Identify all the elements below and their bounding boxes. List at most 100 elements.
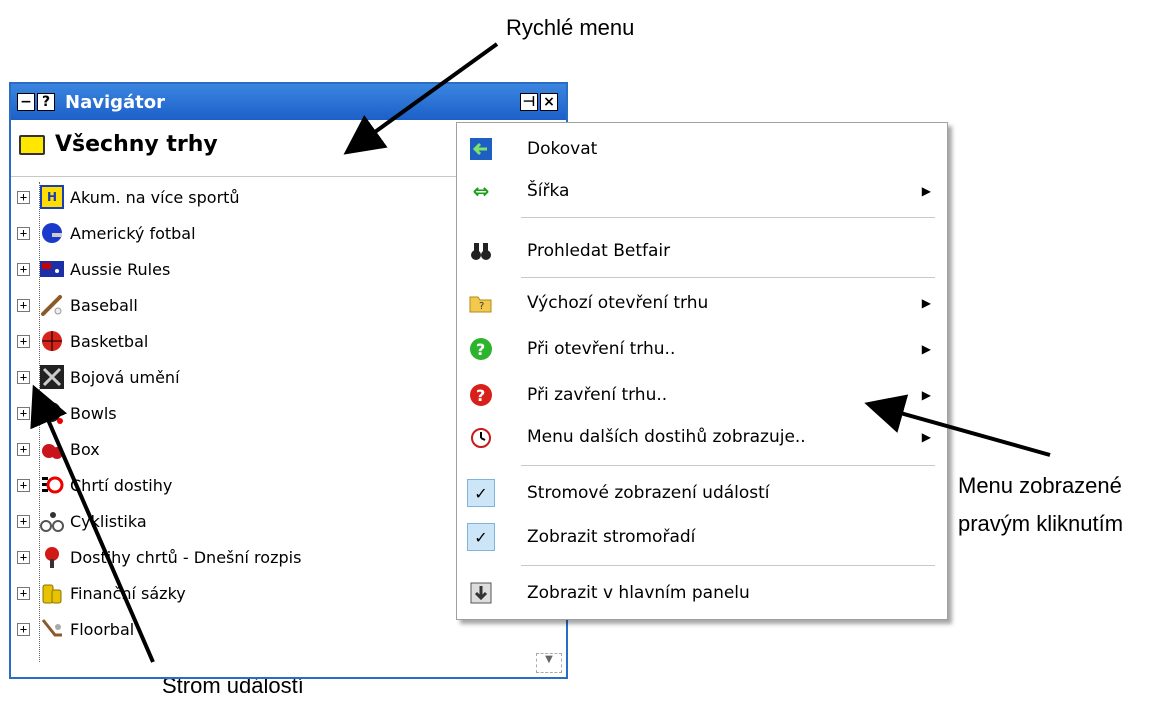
submenu-arrow-icon: ▶	[921, 342, 931, 356]
close-icon[interactable]: ×	[540, 93, 558, 111]
menu-item-label: Zobrazit v hlavním panelu	[527, 583, 750, 603]
submenu-arrow-icon: ▶	[921, 296, 931, 310]
annotation-quick-menu: Rychlé menu	[506, 15, 635, 40]
menu-item-label: Prohledat Betfair	[527, 241, 671, 261]
tree-item[interactable]: + Cyklistika	[17, 506, 147, 536]
expand-icon[interactable]: +	[17, 622, 30, 636]
menu-item-on-market-close[interactable]: ? Při zavření trhu.. ▶	[457, 375, 947, 415]
check-icon: ✓	[467, 523, 495, 551]
down-arrow-icon	[467, 579, 495, 607]
bowls-icon	[40, 401, 64, 425]
baseball-bat-icon	[40, 293, 64, 317]
pin-marker-icon	[40, 545, 64, 569]
expand-icon[interactable]: +	[17, 478, 30, 492]
expand-icon[interactable]: +	[17, 370, 30, 384]
expand-icon[interactable]: +	[17, 298, 30, 312]
svg-text:?: ?	[476, 340, 485, 359]
dock-icon	[467, 135, 495, 163]
context-menu: Dokovat ⇔ Šířka ▶ Prohledat Betfair ? Vý…	[456, 122, 948, 620]
tree-item[interactable]: + Box	[17, 434, 100, 464]
menu-item-width[interactable]: ⇔ Šířka ▶	[457, 171, 947, 211]
tree-item-label: Baseball	[70, 295, 138, 315]
tree-item-label: Box	[70, 439, 100, 459]
check-icon: ✓	[467, 479, 495, 507]
expand-icon[interactable]: +	[17, 190, 30, 204]
tree-item[interactable]: + Finanční sázky	[17, 578, 186, 608]
tree-item-label: Floorbal	[70, 619, 135, 639]
australia-flag-icon	[40, 257, 64, 281]
multi-sport-icon: H	[40, 185, 64, 209]
red-question-icon: ?	[467, 381, 495, 409]
martial-arts-icon	[40, 365, 64, 389]
minimize-icon[interactable]: −	[17, 93, 35, 111]
tree-item[interactable]: + Basketbal	[17, 326, 148, 356]
menu-item-tree-view[interactable]: ✓ Stromové zobrazení událostí	[457, 473, 947, 513]
coins-icon	[40, 581, 64, 605]
tree-item[interactable]: + Bowls	[17, 398, 117, 428]
menu-item-label: Dokovat	[527, 139, 598, 159]
menu-item-on-market-open[interactable]: ? Při otevření trhu.. ▶	[457, 329, 947, 369]
menu-separator	[521, 565, 935, 566]
annotation-right-click-menu-line2: pravým kliknutím	[958, 511, 1124, 536]
tree-root-label: Všechny trhy	[55, 132, 218, 157]
greyhound-icon	[40, 473, 64, 497]
expand-icon[interactable]: +	[17, 442, 30, 456]
binoculars-icon	[467, 237, 495, 265]
cyclist-icon	[40, 509, 64, 533]
expand-icon[interactable]: +	[17, 334, 30, 348]
menu-item-label: Při zavření trhu..	[527, 385, 668, 405]
tree-item[interactable]: + Chrtí dostihy	[17, 470, 172, 500]
menu-item-default-market-open[interactable]: ? Výchozí otevření trhu ▶	[457, 283, 947, 323]
tree-item-label: Akum. na více sportů	[70, 187, 240, 207]
boxing-glove-icon	[40, 437, 64, 461]
expand-icon[interactable]: +	[17, 262, 30, 276]
menu-item-search-betfair[interactable]: Prohledat Betfair	[457, 231, 947, 271]
scroll-down-icon[interactable]: ▼	[536, 653, 562, 673]
tree-item[interactable]: + Americký fotbal	[17, 218, 196, 248]
football-helmet-icon	[40, 221, 64, 245]
floorball-stick-icon	[40, 617, 64, 641]
open-folder-icon: ?	[467, 289, 495, 317]
svg-text:?: ?	[476, 386, 485, 405]
tree-item-label: Basketbal	[70, 331, 149, 351]
expand-icon[interactable]: +	[17, 406, 30, 420]
menu-item-show-in-main-panel[interactable]: Zobrazit v hlavním panelu	[457, 573, 947, 613]
folder-icon	[19, 134, 45, 155]
menu-item-show-tree-lines[interactable]: ✓ Zobrazit stromořadí	[457, 517, 947, 557]
stopwatch-icon	[467, 423, 495, 451]
submenu-arrow-icon: ▶	[921, 388, 931, 402]
navigator-title: Navigátor	[65, 91, 165, 113]
tree-item[interactable]: + Bojová umění	[17, 362, 180, 392]
expand-icon[interactable]: +	[17, 550, 30, 564]
menu-item-next-races-menu[interactable]: Menu dalších dostihů zobrazuje.. ▶	[457, 417, 947, 457]
tree-item[interactable]: + Floorbal	[17, 614, 134, 644]
tree-item-label: Bojová umění	[70, 367, 180, 387]
svg-text:?: ?	[479, 301, 484, 312]
tree-item[interactable]: + Baseball	[17, 290, 138, 320]
help-icon[interactable]: ?	[37, 93, 55, 111]
submenu-arrow-icon: ▶	[921, 430, 931, 444]
tree-item-label: Americký fotbal	[70, 223, 196, 243]
width-arrows-icon: ⇔	[472, 179, 490, 203]
expand-icon[interactable]: +	[17, 226, 30, 240]
tree-item-label: Chrtí dostihy	[70, 475, 173, 495]
tree-item-label: Dostihy chrtů - Dnešní rozpis	[70, 547, 302, 567]
submenu-arrow-icon: ▶	[921, 184, 931, 198]
pin-icon[interactable]: ⊣	[520, 93, 538, 111]
menu-item-label: Zobrazit stromořadí	[527, 527, 696, 547]
expand-icon[interactable]: +	[17, 514, 30, 528]
menu-separator	[521, 277, 935, 278]
annotation-right-click-menu-line1: Menu zobrazené	[958, 473, 1122, 498]
menu-item-label: Šířka	[527, 181, 570, 201]
tree-item-label: Aussie Rules	[70, 259, 171, 279]
tree-item[interactable]: + Aussie Rules	[17, 254, 170, 284]
tree-item[interactable]: + H Akum. na více sportů	[17, 182, 240, 212]
navigator-title-bar: − ? Navigátor ⊣ ×	[11, 84, 566, 120]
expand-icon[interactable]: +	[17, 586, 30, 600]
menu-separator	[521, 465, 935, 466]
menu-item-dock[interactable]: Dokovat	[457, 129, 947, 169]
menu-item-label: Stromové zobrazení událostí	[527, 483, 770, 503]
menu-item-label: Menu dalších dostihů zobrazuje..	[527, 427, 806, 447]
tree-root[interactable]: Všechny trhy	[19, 132, 218, 157]
tree-item[interactable]: + Dostihy chrtů - Dnešní rozpis	[17, 542, 301, 572]
